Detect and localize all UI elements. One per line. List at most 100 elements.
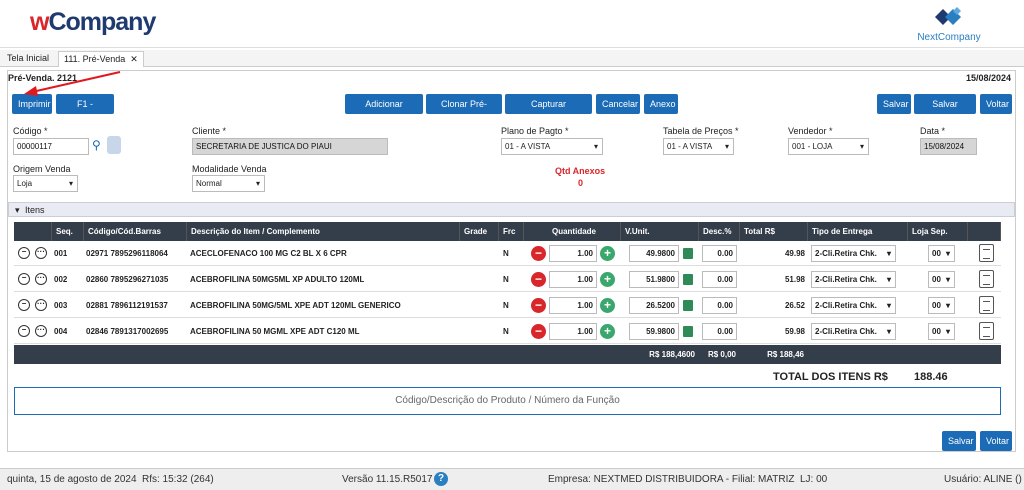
modalidade-select[interactable]: Normal: [192, 175, 265, 192]
col-seq: Seq.: [52, 222, 84, 241]
status-rfs: Rfs: 15:32 (264): [142, 474, 214, 485]
salvar-button[interactable]: Salvar: [877, 94, 911, 114]
table-row: − ··· 004 02846 7891317002695 ACEBROFILI…: [14, 319, 1001, 344]
remove-row-icon[interactable]: −: [18, 299, 30, 311]
calculator-icon[interactable]: [683, 274, 693, 285]
row-descricao: ACEBROFILINA 50 MGML XPE ADT C120 ML: [190, 327, 360, 336]
vendedor-select[interactable]: 001 - LOJA: [788, 138, 869, 155]
decrease-qty-icon[interactable]: −: [531, 246, 546, 261]
row-total: 59.98: [784, 327, 805, 336]
remove-row-icon[interactable]: −: [18, 325, 30, 337]
product-search-input[interactable]: Código/Descrição do Produto / Número da …: [14, 387, 1001, 415]
note-icon[interactable]: [979, 296, 994, 314]
calculator-icon[interactable]: [683, 300, 693, 311]
tab-tela-inicial[interactable]: Tela Inicial: [2, 51, 54, 67]
note-icon[interactable]: [979, 322, 994, 340]
table-row: − ··· 002 02860 7895296271035 ACEBROFILI…: [14, 267, 1001, 292]
row-total: 26.52: [784, 301, 805, 310]
decrease-qty-icon[interactable]: −: [531, 298, 546, 313]
decrease-qty-icon[interactable]: −: [531, 324, 546, 339]
entrega-select[interactable]: 2-Cli.Retira Chk.: [811, 245, 896, 262]
more-options-icon[interactable]: ···: [35, 273, 47, 285]
col-note: [968, 222, 1001, 241]
tab-pre-venda[interactable]: 111. Pré-Venda ✕: [58, 51, 144, 67]
row-frc: N: [503, 249, 509, 258]
row-codigo: 02860 7895296271035: [86, 275, 169, 284]
desc-input[interactable]: 0.00: [702, 271, 737, 288]
vunit-input[interactable]: 49.9800: [629, 245, 679, 262]
row-descricao: ACEBROFILINA 50MG/5ML XPE ADT 120ML GENE…: [190, 301, 401, 310]
status-bar: quinta, 15 de agosto de 2024 Rfs: 15:32 …: [0, 468, 1024, 490]
loja-select[interactable]: 00: [928, 323, 955, 340]
row-codigo: 02971 7895296118064: [86, 249, 168, 258]
col-actions: [14, 222, 52, 241]
desc-input[interactable]: 0.00: [702, 245, 737, 262]
salvar-bottom-button[interactable]: Salvar: [942, 431, 976, 451]
plano-label: Plano de Pagto *: [501, 126, 569, 136]
row-seq: 001: [54, 249, 68, 258]
origem-select[interactable]: Loja: [13, 175, 78, 192]
client-icon[interactable]: [107, 136, 121, 154]
anexo-button[interactable]: Anexo: [644, 94, 678, 114]
vunit-input[interactable]: 59.9800: [629, 323, 679, 340]
qty-input[interactable]: 1.00: [549, 245, 597, 262]
note-icon[interactable]: [979, 270, 994, 288]
qty-input[interactable]: 1.00: [549, 297, 597, 314]
vunit-input[interactable]: 26.5200: [629, 297, 679, 314]
search-icon[interactable]: ⚲: [92, 138, 101, 152]
salvar-rapido-button[interactable]: Salvar Rápido: [914, 94, 976, 129]
entrega-select[interactable]: 2-Cli.Retira Chk.: [811, 271, 896, 288]
help-icon[interactable]: ?: [434, 472, 448, 486]
voltar-bottom-button[interactable]: Voltar: [980, 431, 1012, 451]
adicionar-produto-button[interactable]: Adicionar Produto: [345, 94, 423, 129]
codigo-field[interactable]: 00000117: [13, 138, 89, 155]
status-date: quinta, 15 de agosto de 2024: [7, 474, 137, 485]
desc-input[interactable]: 0.00: [702, 323, 737, 340]
voltar-button[interactable]: Voltar: [980, 94, 1012, 114]
tabela-select[interactable]: 01 - A VISTA: [663, 138, 734, 155]
entrega-select[interactable]: 2-Cli.Retira Chk.: [811, 297, 896, 314]
more-options-icon[interactable]: ···: [35, 325, 47, 337]
col-loja: Loja Sep.: [908, 222, 968, 241]
col-vunit: V.Unit.: [621, 222, 699, 241]
increase-qty-icon[interactable]: +: [600, 272, 615, 287]
itens-section-header[interactable]: ▾ Itens: [8, 202, 1015, 217]
vunit-input[interactable]: 51.9800: [629, 271, 679, 288]
row-frc: N: [503, 275, 509, 284]
more-options-icon[interactable]: ···: [35, 247, 47, 259]
note-icon[interactable]: [979, 244, 994, 262]
increase-qty-icon[interactable]: +: [600, 298, 615, 313]
loja-select[interactable]: 00: [928, 297, 955, 314]
loja-select[interactable]: 00: [928, 245, 955, 262]
increase-qty-icon[interactable]: +: [600, 246, 615, 261]
close-icon[interactable]: ✕: [130, 54, 138, 64]
remove-row-icon[interactable]: −: [18, 273, 30, 285]
qty-input[interactable]: 1.00: [549, 271, 597, 288]
calculator-icon[interactable]: [683, 248, 693, 259]
cliente-field[interactable]: SECRETARIA DE JUSTICA DO PIAUI: [192, 138, 388, 155]
plano-select[interactable]: 01 - A VISTA: [501, 138, 603, 155]
loja-select[interactable]: 00: [928, 271, 955, 288]
calculator-icon[interactable]: [683, 326, 693, 337]
table-row: − ··· 003 02881 7896112191537 ACEBROFILI…: [14, 293, 1001, 318]
clonar-pre-venda-button[interactable]: Clonar Pré-Venda: [426, 94, 502, 129]
table-footer: R$ 188,4600 R$ 0,00 R$ 188,46: [14, 345, 1001, 364]
data-field[interactable]: 15/08/2024: [920, 138, 977, 155]
footer-vunit: R$ 188,4600: [649, 350, 695, 359]
decrease-qty-icon[interactable]: −: [531, 272, 546, 287]
more-options-icon[interactable]: ···: [35, 299, 47, 311]
col-descricao: Descrição do Item / Complemento: [187, 222, 460, 241]
row-seq: 002: [54, 275, 68, 284]
collapse-icon[interactable]: ▾: [15, 205, 20, 216]
cancelar-button[interactable]: Cancelar: [596, 94, 640, 114]
qty-input[interactable]: 1.00: [549, 323, 597, 340]
row-descricao: ACECLOFENACO 100 MG C2 BL X 6 CPR: [190, 249, 347, 258]
entrega-select[interactable]: 2-Cli.Retira Chk.: [811, 323, 896, 340]
col-grade: Grade: [460, 222, 499, 241]
col-entrega: Tipo de Entrega: [808, 222, 908, 241]
capturar-orcamento-button[interactable]: Capturar Orçamento: [505, 94, 592, 129]
row-total: 51.98: [784, 275, 805, 284]
increase-qty-icon[interactable]: +: [600, 324, 615, 339]
remove-row-icon[interactable]: −: [18, 247, 30, 259]
desc-input[interactable]: 0.00: [702, 297, 737, 314]
